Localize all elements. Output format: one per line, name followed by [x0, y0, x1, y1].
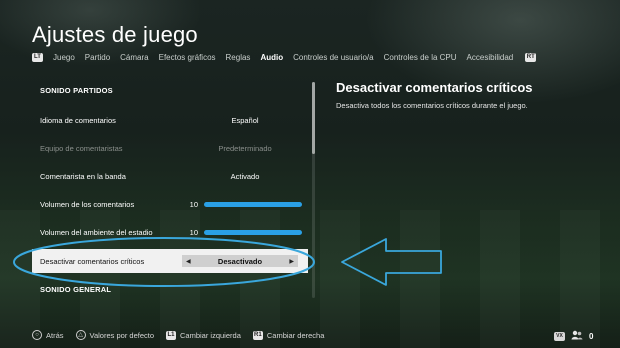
description-text: Desactiva todos los comentarios críticos…: [336, 101, 528, 110]
tab-camara[interactable]: Cámara: [120, 53, 148, 62]
volume-slider[interactable]: [204, 201, 302, 207]
option-selector[interactable]: ◀ Desactivado ▶: [182, 255, 298, 267]
corner-badge-icon: VX: [554, 331, 565, 341]
description-title: Desactivar comentarios críticos: [336, 80, 533, 95]
footer-label: Atrás: [46, 330, 64, 340]
section-header-sonido-general: SONIDO GENERAL: [40, 285, 112, 294]
rt-button-icon[interactable]: RT: [525, 52, 537, 62]
left-arrow-icon[interactable]: ◀: [186, 258, 191, 265]
setting-value: Activado: [230, 171, 260, 181]
tab-accesibilidad[interactable]: Accesibilidad: [467, 53, 514, 62]
setting-row-equipo-comentaristas: Equipo de comentaristas Predeterminado: [40, 141, 306, 155]
setting-row-comentarios-criticos[interactable]: Desactivar comentarios críticos ◀ Desact…: [32, 249, 308, 273]
scrollbar-thumb[interactable]: [312, 82, 315, 154]
footer-back[interactable]: ○ Atrás: [32, 330, 64, 340]
tab-controles-cpu[interactable]: Controles de la CPU: [384, 53, 457, 62]
volume-value: 10: [189, 199, 198, 209]
friends-icon[interactable]: [571, 330, 583, 342]
l1-button-icon: L1: [166, 330, 176, 340]
section-header-sonido-partidos: SONIDO PARTIDOS: [40, 86, 113, 95]
tab-juego[interactable]: Juego: [53, 53, 75, 62]
right-arrow-icon[interactable]: ▶: [289, 258, 294, 265]
setting-label: Volumen del ambiente del estadio: [40, 227, 153, 237]
volume-value: 10: [189, 227, 198, 237]
tab-audio[interactable]: Audio: [260, 53, 283, 62]
setting-row-volumen-ambiente[interactable]: Volumen del ambiente del estadio 10: [40, 225, 306, 239]
setting-label: Idioma de comentarios: [40, 115, 116, 125]
setting-value: Predeterminado: [218, 143, 272, 153]
footer-defaults[interactable]: △ Valores por defecto: [75, 330, 154, 340]
setting-label: Equipo de comentaristas: [40, 143, 123, 153]
setting-label: Comentarista en la banda: [40, 171, 126, 181]
scrollbar[interactable]: [312, 82, 315, 298]
setting-label: Volumen de los comentarios: [40, 199, 135, 209]
footer-label: Cambiar derecha: [266, 330, 325, 340]
footer-label: Cambiar izquierda: [180, 330, 241, 340]
tab-reglas[interactable]: Reglas: [226, 53, 251, 62]
footer-switch-left[interactable]: L1 Cambiar izquierda: [166, 330, 241, 340]
footer-switch-right[interactable]: R1 Cambiar derecha: [252, 330, 325, 340]
triangle-button-icon: △: [75, 330, 86, 340]
tab-bar: LT Juego Partido Cámara Efectos gráficos…: [32, 50, 537, 64]
tab-controles-usuario[interactable]: Controles de usuario/a: [293, 53, 374, 62]
setting-row-idioma[interactable]: Idioma de comentarios Español: [40, 113, 306, 127]
setting-row-volumen-comentarios[interactable]: Volumen de los comentarios 10: [40, 197, 306, 211]
footer-controls: ○ Atrás △ Valores por defecto L1 Cambiar…: [32, 330, 336, 340]
volume-slider[interactable]: [204, 229, 302, 235]
footer-status: VX 0: [554, 330, 593, 342]
setting-value: Español: [231, 115, 259, 125]
setting-label: Desactivar comentarios críticos: [40, 256, 145, 266]
footer-label: Valores por defecto: [89, 330, 154, 340]
setting-row-comentarista-banda[interactable]: Comentarista en la banda Activado: [40, 169, 306, 183]
friends-count: 0: [589, 331, 594, 341]
tab-partido[interactable]: Partido: [85, 53, 110, 62]
selector-value: Desactivado: [217, 256, 263, 266]
circle-button-icon: ○: [32, 330, 42, 340]
settings-panel: SONIDO PARTIDOS Idioma de comentarios Es…: [32, 78, 308, 298]
tab-efectos-graficos[interactable]: Efectos gráficos: [159, 53, 216, 62]
lt-button-icon[interactable]: LT: [32, 52, 43, 62]
r1-button-icon: R1: [252, 330, 263, 340]
page-title: Ajustes de juego: [32, 22, 198, 47]
